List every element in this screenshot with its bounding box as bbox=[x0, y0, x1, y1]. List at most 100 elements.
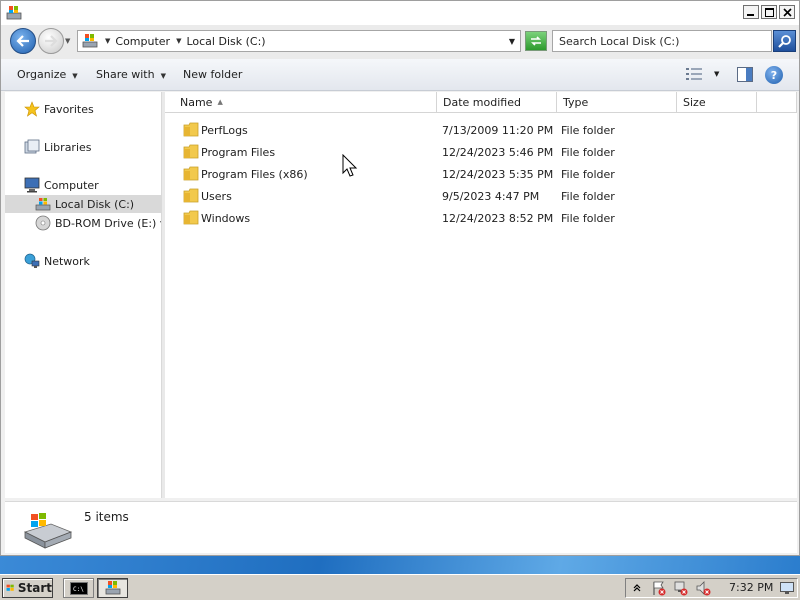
folder-icon bbox=[183, 166, 199, 181]
folder-icon bbox=[183, 122, 199, 137]
organize-label: Organize bbox=[17, 68, 67, 81]
refresh-button[interactable] bbox=[525, 31, 547, 51]
nav-label-computer: Computer bbox=[44, 178, 99, 192]
file-type: File folder bbox=[561, 190, 615, 203]
column-header-name[interactable]: Name ▲ bbox=[165, 92, 437, 113]
search-button[interactable] bbox=[773, 30, 796, 52]
command-prompt-icon: C:\ bbox=[69, 581, 88, 595]
details-pane: 5 items bbox=[5, 501, 797, 553]
desktop-wallpaper bbox=[0, 556, 800, 574]
file-row[interactable]: PerfLogs 7/13/2009 11:20 PM File folder bbox=[165, 120, 797, 142]
taskbar-command-prompt[interactable]: C:\ bbox=[63, 578, 94, 598]
disc-drive-icon bbox=[35, 215, 51, 231]
taskbar-clock[interactable]: 7:32 PM bbox=[729, 581, 773, 594]
file-list: Name ▲ Date modified Type Size PerfLogs 7… bbox=[165, 92, 797, 498]
file-name: Users bbox=[201, 190, 232, 203]
organize-button[interactable]: Organize ▼ bbox=[17, 68, 78, 81]
column-header-size[interactable]: Size bbox=[677, 92, 757, 113]
hard-drive-icon bbox=[23, 513, 73, 549]
new-folder-button[interactable]: New folder bbox=[183, 68, 242, 81]
column-size-label: Size bbox=[683, 95, 706, 109]
help-icon: ? bbox=[770, 68, 778, 82]
nav-item-local-disk[interactable]: Local Disk (C:) bbox=[5, 195, 161, 213]
view-options-dropdown-icon[interactable]: ▼ bbox=[714, 70, 719, 78]
search-input[interactable]: Search Local Disk (C:) bbox=[552, 30, 772, 52]
taskbar-explorer[interactable] bbox=[97, 578, 128, 598]
file-name: PerfLogs bbox=[201, 124, 248, 137]
column-type-label: Type bbox=[563, 95, 589, 109]
chevron-down-icon: ▼ bbox=[72, 72, 78, 80]
libraries-icon bbox=[24, 139, 40, 155]
computer-icon bbox=[24, 177, 40, 193]
back-button[interactable] bbox=[10, 28, 36, 54]
refresh-icon bbox=[531, 36, 541, 46]
action-center-flag-icon[interactable] bbox=[651, 580, 667, 596]
address-history-dropdown-icon[interactable]: ▼ bbox=[509, 37, 515, 46]
file-type: File folder bbox=[561, 146, 615, 159]
folder-icon bbox=[183, 144, 199, 159]
address-row: ▼ ▼ Computer ▼ Local Disk (C:) ▼ Search … bbox=[1, 25, 799, 59]
file-name: Program Files bbox=[201, 146, 276, 159]
show-hidden-icons-icon[interactable] bbox=[629, 580, 645, 596]
breadcrumb-computer[interactable]: Computer bbox=[115, 35, 170, 48]
forward-button[interactable] bbox=[38, 28, 64, 54]
column-date-label: Date modified bbox=[443, 95, 521, 109]
file-date: 12/24/2023 8:52 PM bbox=[442, 212, 554, 225]
maximize-button[interactable] bbox=[761, 5, 777, 19]
mouse-pointer-icon bbox=[342, 154, 358, 177]
column-name-label: Name bbox=[180, 95, 213, 109]
nav-item-network[interactable]: Network bbox=[5, 252, 161, 270]
file-type: File folder bbox=[561, 124, 615, 137]
folder-icon bbox=[183, 210, 199, 225]
file-row[interactable]: Program Files 12/24/2023 5:46 PM File fo… bbox=[165, 142, 797, 164]
arrow-right-icon bbox=[45, 35, 58, 47]
start-label: Start bbox=[17, 581, 52, 595]
preview-pane-button[interactable] bbox=[737, 67, 753, 82]
maximize-icon bbox=[764, 7, 774, 17]
help-button[interactable]: ? bbox=[765, 66, 783, 84]
close-button[interactable] bbox=[779, 5, 795, 19]
file-date: 12/24/2023 5:35 PM bbox=[442, 168, 554, 181]
column-header-empty bbox=[757, 92, 797, 113]
change-view-icon[interactable] bbox=[686, 68, 702, 80]
file-type: File folder bbox=[561, 212, 615, 225]
file-date: 9/5/2023 4:47 PM bbox=[442, 190, 540, 203]
nav-label-bd-rom: BD-ROM Drive (E:) virt bbox=[55, 216, 161, 230]
sort-ascending-icon: ▲ bbox=[217, 98, 223, 106]
nav-label-local-disk: Local Disk (C:) bbox=[55, 197, 135, 211]
start-button[interactable]: Start bbox=[2, 578, 53, 598]
column-header-type[interactable]: Type bbox=[557, 92, 677, 113]
nav-item-favorites[interactable]: Favorites bbox=[5, 100, 161, 118]
svg-text:C:\: C:\ bbox=[73, 586, 84, 593]
nav-item-libraries[interactable]: Libraries bbox=[5, 138, 161, 156]
taskbar-strip: Start C:\ 7:32 PM bbox=[0, 574, 800, 600]
file-row[interactable]: Program Files (x86) 12/24/2023 5:35 PM F… bbox=[165, 164, 797, 186]
local-disk-icon bbox=[35, 196, 51, 212]
column-header-date-modified[interactable]: Date modified bbox=[437, 92, 557, 113]
file-row[interactable]: Windows 12/24/2023 8:52 PM File folder bbox=[165, 208, 797, 230]
volume-muted-icon[interactable] bbox=[695, 580, 711, 596]
minimize-button[interactable] bbox=[743, 5, 759, 19]
nav-item-bd-rom[interactable]: BD-ROM Drive (E:) virt bbox=[5, 214, 161, 232]
breadcrumb-arrow-icon[interactable]: ▼ bbox=[176, 37, 181, 45]
show-desktop-icon[interactable] bbox=[779, 580, 795, 596]
title-bar[interactable] bbox=[1, 1, 799, 25]
folder-icon bbox=[183, 188, 199, 203]
nav-item-computer[interactable]: Computer bbox=[5, 176, 161, 194]
computer-drive-icon bbox=[105, 581, 120, 595]
item-count: 5 items bbox=[84, 510, 129, 524]
share-with-button[interactable]: Share with ▼ bbox=[96, 68, 166, 81]
explorer-window: ▼ ▼ Computer ▼ Local Disk (C:) ▼ Search … bbox=[0, 0, 800, 556]
share-with-label: Share with bbox=[96, 68, 155, 81]
network-status-icon[interactable] bbox=[673, 580, 689, 596]
computer-icon bbox=[82, 34, 98, 48]
file-row[interactable]: Users 9/5/2023 4:47 PM File folder bbox=[165, 186, 797, 208]
breadcrumb-local-disk[interactable]: Local Disk (C:) bbox=[186, 35, 265, 48]
navigation-pane: Favorites Libraries Computer Local Disk … bbox=[5, 92, 162, 498]
breadcrumb-arrow-icon[interactable]: ▼ bbox=[105, 37, 110, 45]
file-name: Windows bbox=[201, 212, 251, 225]
recent-pages-dropdown-icon[interactable]: ▼ bbox=[65, 37, 70, 45]
computer-drive-icon bbox=[6, 6, 22, 20]
nav-label-favorites: Favorites bbox=[44, 102, 94, 116]
address-bar[interactable]: ▼ Computer ▼ Local Disk (C:) ▼ bbox=[77, 30, 521, 52]
